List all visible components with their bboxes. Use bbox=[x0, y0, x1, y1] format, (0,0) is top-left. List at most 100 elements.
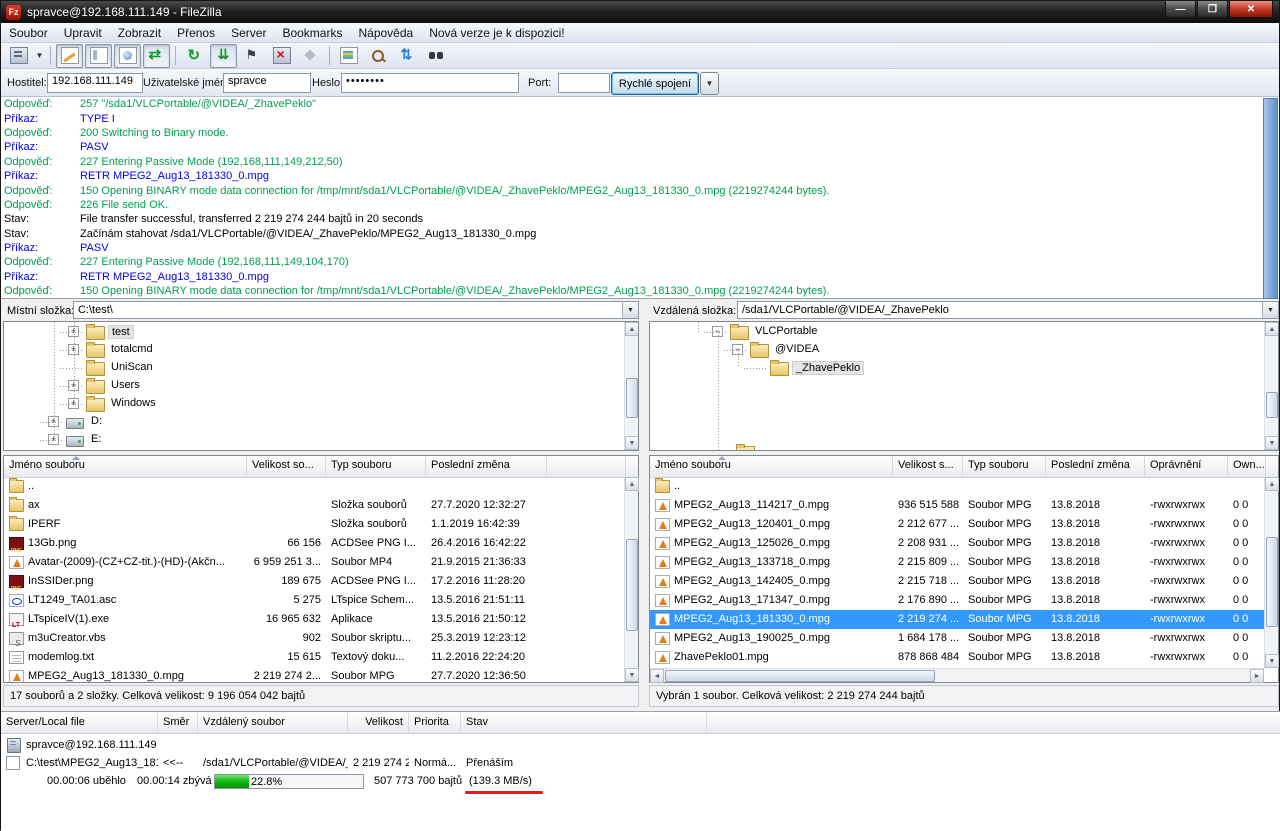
column-header-modified[interactable]: Poslední změna bbox=[426, 456, 547, 477]
host-input[interactable]: 192.168.111.149 bbox=[47, 73, 143, 93]
scroll-left-icon[interactable]: ◄ bbox=[650, 669, 664, 683]
queue-column-stav[interactable]: Stav bbox=[461, 713, 707, 733]
file-row-ltspiceiv-1-exe[interactable]: LTspiceIV(1).exe16 965 632Aplikace13.5.2… bbox=[4, 610, 624, 629]
scroll-down-icon[interactable]: ▼ bbox=[625, 668, 639, 682]
menu-n-pov-da[interactable]: Nápověda bbox=[350, 24, 421, 42]
file-row-inssider-png[interactable]: InSSIDer.png189 675ACDSee PNG I...17.2.2… bbox=[4, 572, 624, 591]
disconnect-button[interactable] bbox=[268, 44, 295, 68]
username-input[interactable]: spravce bbox=[223, 73, 311, 93]
remote-path-combo[interactable]: /sda1/VLCPortable/@VIDEA/_ZhavePeklo ▼ bbox=[737, 301, 1279, 319]
remote-list-hscrollbar[interactable]: ◄ ► bbox=[650, 668, 1264, 682]
toggle-log-button[interactable] bbox=[56, 44, 83, 68]
file-row-[interactable]: .. bbox=[650, 477, 1264, 496]
queue-column-vzd-len-soubor[interactable]: Vzdálený soubor bbox=[198, 713, 348, 733]
menu-bookmarks[interactable]: Bookmarks bbox=[274, 24, 350, 42]
tree-item-e[interactable]: +E: bbox=[4, 431, 623, 449]
queue-transfer-row[interactable]: C:\test\MPEG2_Aug13_181...<<--/sda1/VLCP… bbox=[1, 754, 1280, 772]
tree-item-d[interactable]: +D: bbox=[4, 413, 623, 431]
scroll-down-icon[interactable]: ▼ bbox=[1265, 436, 1279, 450]
column-header-perms[interactable]: Oprávnění bbox=[1145, 456, 1228, 477]
scroll-down-icon[interactable]: ▼ bbox=[1265, 654, 1279, 668]
file-row-mpeg2-aug13-181330-0-mpg[interactable]: MPEG2_Aug13_181330_0.mpg2 219 274 2...So… bbox=[4, 667, 624, 682]
site-manager-button[interactable] bbox=[5, 44, 32, 68]
compare-button[interactable] bbox=[364, 44, 391, 68]
menu-p-enos[interactable]: Přenos bbox=[169, 24, 223, 42]
tree-item-totalcmd[interactable]: +totalcmd bbox=[4, 341, 623, 359]
scroll-down-icon[interactable]: ▼ bbox=[625, 436, 639, 450]
site-manager-dropdown[interactable]: ▼ bbox=[33, 45, 46, 67]
tree-item-test[interactable]: +test bbox=[4, 323, 623, 341]
file-row-modemlog-txt[interactable]: modemlog.txt15 615Textový doku...11.2.20… bbox=[4, 648, 624, 667]
message-log-scrollbar[interactable] bbox=[1263, 98, 1278, 299]
column-header-size[interactable]: Velikost so... bbox=[247, 456, 326, 477]
queue-item-checkbox[interactable] bbox=[6, 756, 20, 770]
local-list-scrollbar[interactable]: ▲ ▼ bbox=[624, 477, 638, 682]
file-row-13gb-png[interactable]: 13Gb.png66 156ACDSee PNG I...26.4.2016 1… bbox=[4, 534, 624, 553]
file-row-mpeg2-aug13-181330-0-mpg[interactable]: MPEG2_Aug13_181330_0.mpg2 219 274 ...Sou… bbox=[650, 610, 1264, 629]
tree-item-uniscan[interactable]: UniScan bbox=[4, 359, 623, 377]
menu-server[interactable]: Server bbox=[223, 24, 274, 42]
column-header-type[interactable]: Typ souboru bbox=[963, 456, 1046, 477]
chevron-down-icon[interactable]: ▼ bbox=[622, 302, 638, 318]
find-button[interactable] bbox=[422, 44, 449, 68]
column-header-modified[interactable]: Poslední změna bbox=[1046, 456, 1145, 477]
quickconnect-dropdown[interactable]: ▼ bbox=[700, 72, 719, 95]
tree-item-users[interactable]: +Users bbox=[4, 377, 623, 395]
file-row-iperf[interactable]: IPERFSložka souborů1.1.2019 16:42:39 bbox=[4, 515, 624, 534]
column-header-type[interactable]: Typ souboru bbox=[326, 456, 426, 477]
local-tree-scrollbar[interactable]: ▲ ▼ bbox=[624, 322, 638, 450]
file-row-mpeg2-aug13-125026-0-mpg[interactable]: MPEG2_Aug13_125026_0.mpg2 208 931 ...Sou… bbox=[650, 534, 1264, 553]
queue-server-row[interactable]: spravce@192.168.111.149 bbox=[1, 736, 1280, 754]
filter-button[interactable] bbox=[335, 44, 362, 68]
file-row-avatar-2009-cz-cz-tit-hd-ak-n[interactable]: Avatar-(2009)-(CZ+CZ-tit.)-(HD)-(Akčn...… bbox=[4, 553, 624, 572]
scroll-up-icon[interactable]: ▲ bbox=[625, 322, 639, 336]
scroll-right-icon[interactable]: ► bbox=[1250, 669, 1264, 683]
refresh-button[interactable] bbox=[181, 44, 208, 68]
local-path-combo[interactable]: C:\test\ ▼ bbox=[73, 301, 639, 319]
file-row-mpeg2-aug13-133718-0-mpg[interactable]: MPEG2_Aug13_133718_0.mpg2 215 809 ...Sou… bbox=[650, 553, 1264, 572]
file-row-zhavepeklo01-mpg[interactable]: ZhavePeklo01.mpg878 868 484Soubor MPG13.… bbox=[650, 648, 1264, 667]
toggle-local-tree-button[interactable] bbox=[85, 44, 112, 68]
close-button[interactable]: ✕ bbox=[1229, 1, 1273, 18]
file-row-m3ucreator-vbs[interactable]: m3uCreator.vbs902Soubor skriptu...25.3.2… bbox=[4, 629, 624, 648]
file-row-mpeg2-aug13-120401-0-mpg[interactable]: MPEG2_Aug13_120401_0.mpg2 212 677 ...Sou… bbox=[650, 515, 1264, 534]
process-queue-button[interactable] bbox=[210, 44, 237, 68]
tree-item-windows[interactable]: +Windows bbox=[4, 395, 623, 413]
file-row-mpeg2-aug13-142405-0-mpg[interactable]: MPEG2_Aug13_142405_0.mpg2 215 718 ...Sou… bbox=[650, 572, 1264, 591]
queue-column-velikost[interactable]: Velikost bbox=[348, 713, 409, 733]
port-input[interactable] bbox=[558, 73, 610, 93]
column-header-name[interactable]: Jméno souboru bbox=[650, 456, 893, 477]
toggle-queue-button[interactable] bbox=[143, 44, 170, 68]
scroll-up-icon[interactable]: ▲ bbox=[1265, 477, 1279, 491]
queue-column-server-local-file[interactable]: Server/Local file bbox=[1, 713, 158, 733]
column-header-owner[interactable]: Own... bbox=[1228, 456, 1266, 477]
chevron-down-icon[interactable]: ▼ bbox=[1262, 302, 1278, 318]
password-input[interactable]: •••••••• bbox=[341, 73, 519, 93]
scroll-up-icon[interactable]: ▲ bbox=[625, 477, 639, 491]
column-header-name[interactable]: Jméno souboru bbox=[4, 456, 247, 477]
column-header-size[interactable]: Velikost s... bbox=[893, 456, 963, 477]
column-header-blank[interactable] bbox=[547, 456, 626, 477]
minimize-button[interactable]: — bbox=[1165, 1, 1196, 18]
reconnect-button[interactable] bbox=[297, 44, 324, 68]
toggle-remote-tree-button[interactable] bbox=[114, 44, 141, 68]
file-row-mpeg2-aug13-114217-0-mpg[interactable]: MPEG2_Aug13_114217_0.mpg936 515 588Soubo… bbox=[650, 496, 1264, 515]
menu-upravit[interactable]: Upravit bbox=[56, 24, 110, 42]
cancel-button[interactable] bbox=[239, 44, 266, 68]
file-row-ax[interactable]: axSložka souborů27.7.2020 12:32:27 bbox=[4, 496, 624, 515]
quickconnect-button[interactable]: Rychlé spojení bbox=[611, 72, 699, 95]
queue-column-priorita[interactable]: Priorita bbox=[409, 713, 461, 733]
scroll-up-icon[interactable]: ▲ bbox=[1265, 322, 1279, 336]
file-row-[interactable]: .. bbox=[4, 477, 624, 496]
tree-item-vlcportable[interactable]: −VLCPortable bbox=[650, 323, 1263, 341]
restore-button[interactable]: ❐ bbox=[1197, 1, 1228, 18]
file-row-mpeg2-aug13-171347-0-mpg[interactable]: MPEG2_Aug13_171347_0.mpg2 176 890 ...Sou… bbox=[650, 591, 1264, 610]
menu-nov-verze-je-k-dispozici[interactable]: Nová verze je k dispozici! bbox=[421, 24, 572, 42]
queue-column-sm-r[interactable]: Směr bbox=[158, 713, 198, 733]
remote-list-scrollbar[interactable]: ▲ ▼ bbox=[1264, 477, 1278, 668]
titlebar[interactable]: Fz spravce@192.168.111.149 - FileZilla —… bbox=[1, 1, 1279, 23]
menu-soubor[interactable]: Soubor bbox=[1, 24, 56, 42]
file-row-mpeg2-aug13-190025-0-mpg[interactable]: MPEG2_Aug13_190025_0.mpg1 684 178 ...Sou… bbox=[650, 629, 1264, 648]
remote-tree-scrollbar[interactable]: ▲ ▼ bbox=[1264, 322, 1278, 450]
file-row-lt1249-ta01-asc[interactable]: LT1249_TA01.asc5 275LTspice Schem...13.5… bbox=[4, 591, 624, 610]
